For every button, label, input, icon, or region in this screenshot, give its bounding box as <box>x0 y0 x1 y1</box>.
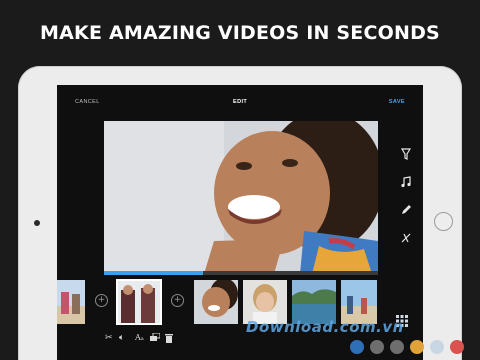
pencil-icon[interactable] <box>399 203 413 217</box>
watermark-dot <box>430 340 444 354</box>
timeline-clip[interactable] <box>57 280 85 324</box>
add-clip-button[interactable]: + <box>95 294 108 307</box>
filter-icon[interactable] <box>399 147 413 161</box>
save-button[interactable]: SAVE <box>389 99 405 105</box>
site-watermark: Download.com.vn <box>246 318 404 336</box>
timeline-clip[interactable] <box>194 280 238 324</box>
home-button[interactable] <box>434 212 453 231</box>
front-camera <box>34 220 40 226</box>
promo-headline: MAKE AMAZING VIDEOS IN SECONDS <box>40 22 440 44</box>
video-preview[interactable] <box>104 121 378 274</box>
editor-title: EDIT <box>233 99 248 105</box>
cancel-button[interactable]: CANCEL <box>75 99 100 105</box>
add-clip-button[interactable]: + <box>171 294 184 307</box>
timeline-clip-selected[interactable] <box>116 279 162 325</box>
video-frame-woman-smiling <box>104 121 378 274</box>
playback-progress-fill <box>104 271 203 275</box>
playback-progress-bar[interactable] <box>104 271 378 275</box>
editor-topbar: CANCEL EDIT SAVE <box>57 85 423 117</box>
watermark-dot <box>370 340 384 354</box>
watermark-dot <box>410 340 424 354</box>
text-size-icon[interactable]: Aₐ <box>135 333 144 342</box>
layers-icon[interactable] <box>150 332 161 345</box>
watermark-dot <box>450 340 464 354</box>
watermark-dot <box>350 340 364 354</box>
scissors-icon[interactable]: ✂ <box>105 333 113 343</box>
trash-icon[interactable] <box>165 333 173 346</box>
watermark-dot <box>390 340 404 354</box>
trim-icon[interactable] <box>399 231 413 245</box>
volume-icon[interactable]: 🔈︎ <box>119 333 124 343</box>
music-icon[interactable] <box>399 175 413 189</box>
